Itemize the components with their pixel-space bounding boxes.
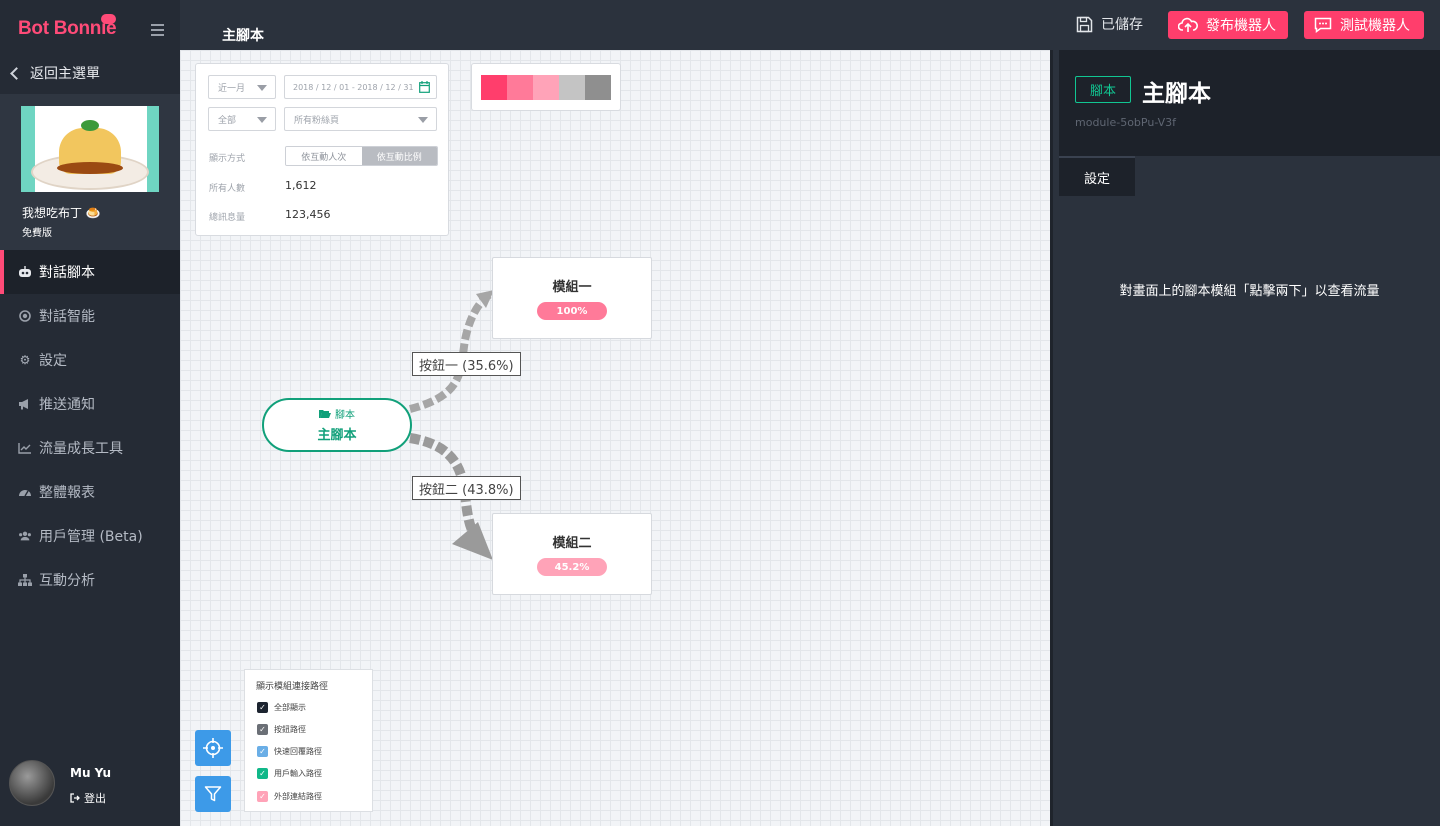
sidebar-item-label: 對話智能 xyxy=(39,309,95,325)
robot-icon xyxy=(18,265,32,279)
folder-open-icon xyxy=(319,409,331,418)
test-bot-button[interactable]: 測試機器人 xyxy=(1304,11,1424,39)
canvas-scrollbar[interactable] xyxy=(1050,50,1053,826)
sidebar-item-scripts[interactable]: 對話腳本 xyxy=(0,250,180,294)
module-detail-panel: 腳本 主腳本 module-5obPu-V3f 設定 對畫面上的腳本模組「點擊兩… xyxy=(1059,50,1440,826)
path-option-label: 外部連結路徑 xyxy=(274,792,322,801)
sidebar-item-label: 對話腳本 xyxy=(39,265,95,281)
back-label: 返回主選單 xyxy=(30,66,100,82)
detail-header: 腳本 主腳本 module-5obPu-V3f xyxy=(1059,50,1440,156)
type-badge: 腳本 xyxy=(1075,76,1131,103)
floppy-disk-icon xyxy=(1076,16,1093,32)
sidebar-item-label: 整體報表 xyxy=(39,485,95,501)
line-chart-icon xyxy=(18,441,32,455)
module-node-1[interactable]: 模組一 100% xyxy=(492,257,652,339)
checkbox-checked-icon[interactable]: ✓ xyxy=(257,791,268,802)
checkbox-checked-icon[interactable]: ✓ xyxy=(257,768,268,779)
filter-button[interactable] xyxy=(195,776,231,812)
bot-avatar-image[interactable] xyxy=(21,106,159,192)
path-option-button[interactable]: ✓ 按鈕路徑 xyxy=(257,724,306,735)
edge-arrow-2 xyxy=(452,522,493,560)
page-title: 主腳本 xyxy=(222,28,264,44)
users-icon xyxy=(18,529,32,543)
recenter-button[interactable] xyxy=(195,730,231,766)
bot-profile: 我想吃布丁 🍮 免費版 xyxy=(0,94,180,250)
saved-status[interactable]: 已儲存 xyxy=(1076,14,1143,34)
path-visibility-panel: 顯示模組連接路徑 ✓ 全部顯示 ✓ 按鈕路徑 ✓ 快速回覆路徑 ✓ 用戶輸入路徑 ✓ 外部… xyxy=(244,669,373,812)
module-name: 模組一 xyxy=(552,280,592,295)
module-percent-badge: 45.2% xyxy=(537,558,607,576)
module-id: module-5obPu-V3f xyxy=(1075,116,1177,129)
publish-bot-button[interactable]: 發布機器人 xyxy=(1168,11,1288,39)
edge-label-1[interactable]: 按鈕一 (35.6%) xyxy=(412,352,521,376)
checkbox-checked-icon[interactable]: ✓ xyxy=(257,702,268,713)
gauge-icon xyxy=(18,485,32,499)
target-icon xyxy=(18,309,32,323)
sidebar-item-analytics[interactable]: 互動分析 xyxy=(0,558,180,602)
flow-canvas[interactable]: 近一月 2018 / 12 / 01 - 2018 / 12 / 31 全部 所… xyxy=(180,50,1052,826)
module-name: 模組二 xyxy=(552,536,592,551)
sidebar-item-label: 推送通知 xyxy=(39,397,95,413)
gear-icon: ⚙ xyxy=(19,353,31,367)
user-name: Mu Yu xyxy=(70,766,112,780)
sidebar-item-label: 流量成長工具 xyxy=(39,441,123,457)
crosshair-icon xyxy=(203,738,223,758)
script-node-tag-label: 腳本 xyxy=(335,410,355,421)
sidebar-item-growth-tools[interactable]: 流量成長工具 xyxy=(0,426,180,470)
tab-bar-fill xyxy=(1135,156,1440,196)
path-option-label: 快速回覆路徑 xyxy=(274,747,322,756)
avatar[interactable] xyxy=(9,760,55,806)
saved-label: 已儲存 xyxy=(1101,17,1143,33)
path-option-user-input[interactable]: ✓ 用戶輸入路徑 xyxy=(257,768,322,779)
path-panel-title: 顯示模組連接路徑 xyxy=(256,682,329,692)
path-option-label: 全部顯示 xyxy=(274,703,306,712)
sign-out-icon xyxy=(70,793,80,803)
funnel-icon xyxy=(204,786,222,802)
script-node-name: 主腳本 xyxy=(317,428,357,443)
module-node-2[interactable]: 模組二 45.2% xyxy=(492,513,652,595)
path-option-external-link[interactable]: ✓ 外部連結路徑 xyxy=(257,791,322,802)
edge-path-1[interactable] xyxy=(409,289,495,413)
module-percent-badge: 100% xyxy=(537,302,607,320)
sidebar-item-users[interactable]: 用戶管理 (Beta) xyxy=(0,514,180,558)
chat-bubble-icon xyxy=(1314,17,1332,33)
path-option-label: 用戶輸入路徑 xyxy=(274,769,322,778)
sitemap-icon xyxy=(18,573,32,587)
megaphone-icon xyxy=(18,397,32,411)
back-to-main-menu[interactable]: 返回主選單 xyxy=(0,52,180,94)
edge-label-2[interactable]: 按鈕二 (43.8%) xyxy=(412,476,521,500)
sidebar-item-intelligence[interactable]: 對話智能 xyxy=(0,294,180,338)
chevron-left-icon xyxy=(10,66,23,80)
logout-label: 登出 xyxy=(84,792,106,805)
bot-plan: 免費版 xyxy=(22,228,52,239)
checkbox-checked-icon[interactable]: ✓ xyxy=(257,724,268,735)
logo-bubble-icon xyxy=(101,14,116,24)
test-label: 測試機器人 xyxy=(1340,18,1410,34)
hamburger-menu-icon[interactable] xyxy=(151,24,164,36)
detail-hint: 對畫面上的腳本模組「點擊兩下」以查看流量 xyxy=(1119,284,1380,299)
detail-title: 主腳本 xyxy=(1142,81,1211,107)
sidebar-item-label: 用戶管理 (Beta) xyxy=(39,529,143,545)
checkbox-checked-icon[interactable]: ✓ xyxy=(257,746,268,757)
sidebar-item-label: 設定 xyxy=(39,353,67,369)
sidebar-item-broadcast[interactable]: 推送通知 xyxy=(0,382,180,426)
sidebar-item-settings[interactable]: ⚙ 設定 xyxy=(0,338,180,382)
top-bar: 主腳本 已儲存 發布機器人 測試機器人 xyxy=(180,0,1440,50)
publish-label: 發布機器人 xyxy=(1206,18,1276,34)
path-option-label: 按鈕路徑 xyxy=(274,725,306,734)
logout-button[interactable]: 登出 xyxy=(70,790,106,806)
script-node-tag: 腳本 xyxy=(264,406,410,421)
sidebar: Bot Bonnie 返回主選單 我想吃布丁 🍮 免費版 對話腳本 對話智能 ⚙… xyxy=(0,0,180,826)
sidebar-item-reports[interactable]: 整體報表 xyxy=(0,470,180,514)
user-area: Mu Yu 登出 xyxy=(0,752,180,826)
path-option-quick-reply[interactable]: ✓ 快速回覆路徑 xyxy=(257,746,322,757)
cloud-upload-icon xyxy=(1178,17,1198,32)
bot-name: 我想吃布丁 🍮 xyxy=(22,206,101,220)
sidebar-nav: 對話腳本 對話智能 ⚙ 設定 推送通知 流量成長工具 整體報表 用戶管理 (Be… xyxy=(0,250,180,602)
tab-settings[interactable]: 設定 xyxy=(1059,156,1135,196)
path-option-all[interactable]: ✓ 全部顯示 xyxy=(257,702,306,713)
script-node-main[interactable]: 腳本 主腳本 xyxy=(262,398,412,452)
sidebar-item-label: 互動分析 xyxy=(39,573,95,589)
